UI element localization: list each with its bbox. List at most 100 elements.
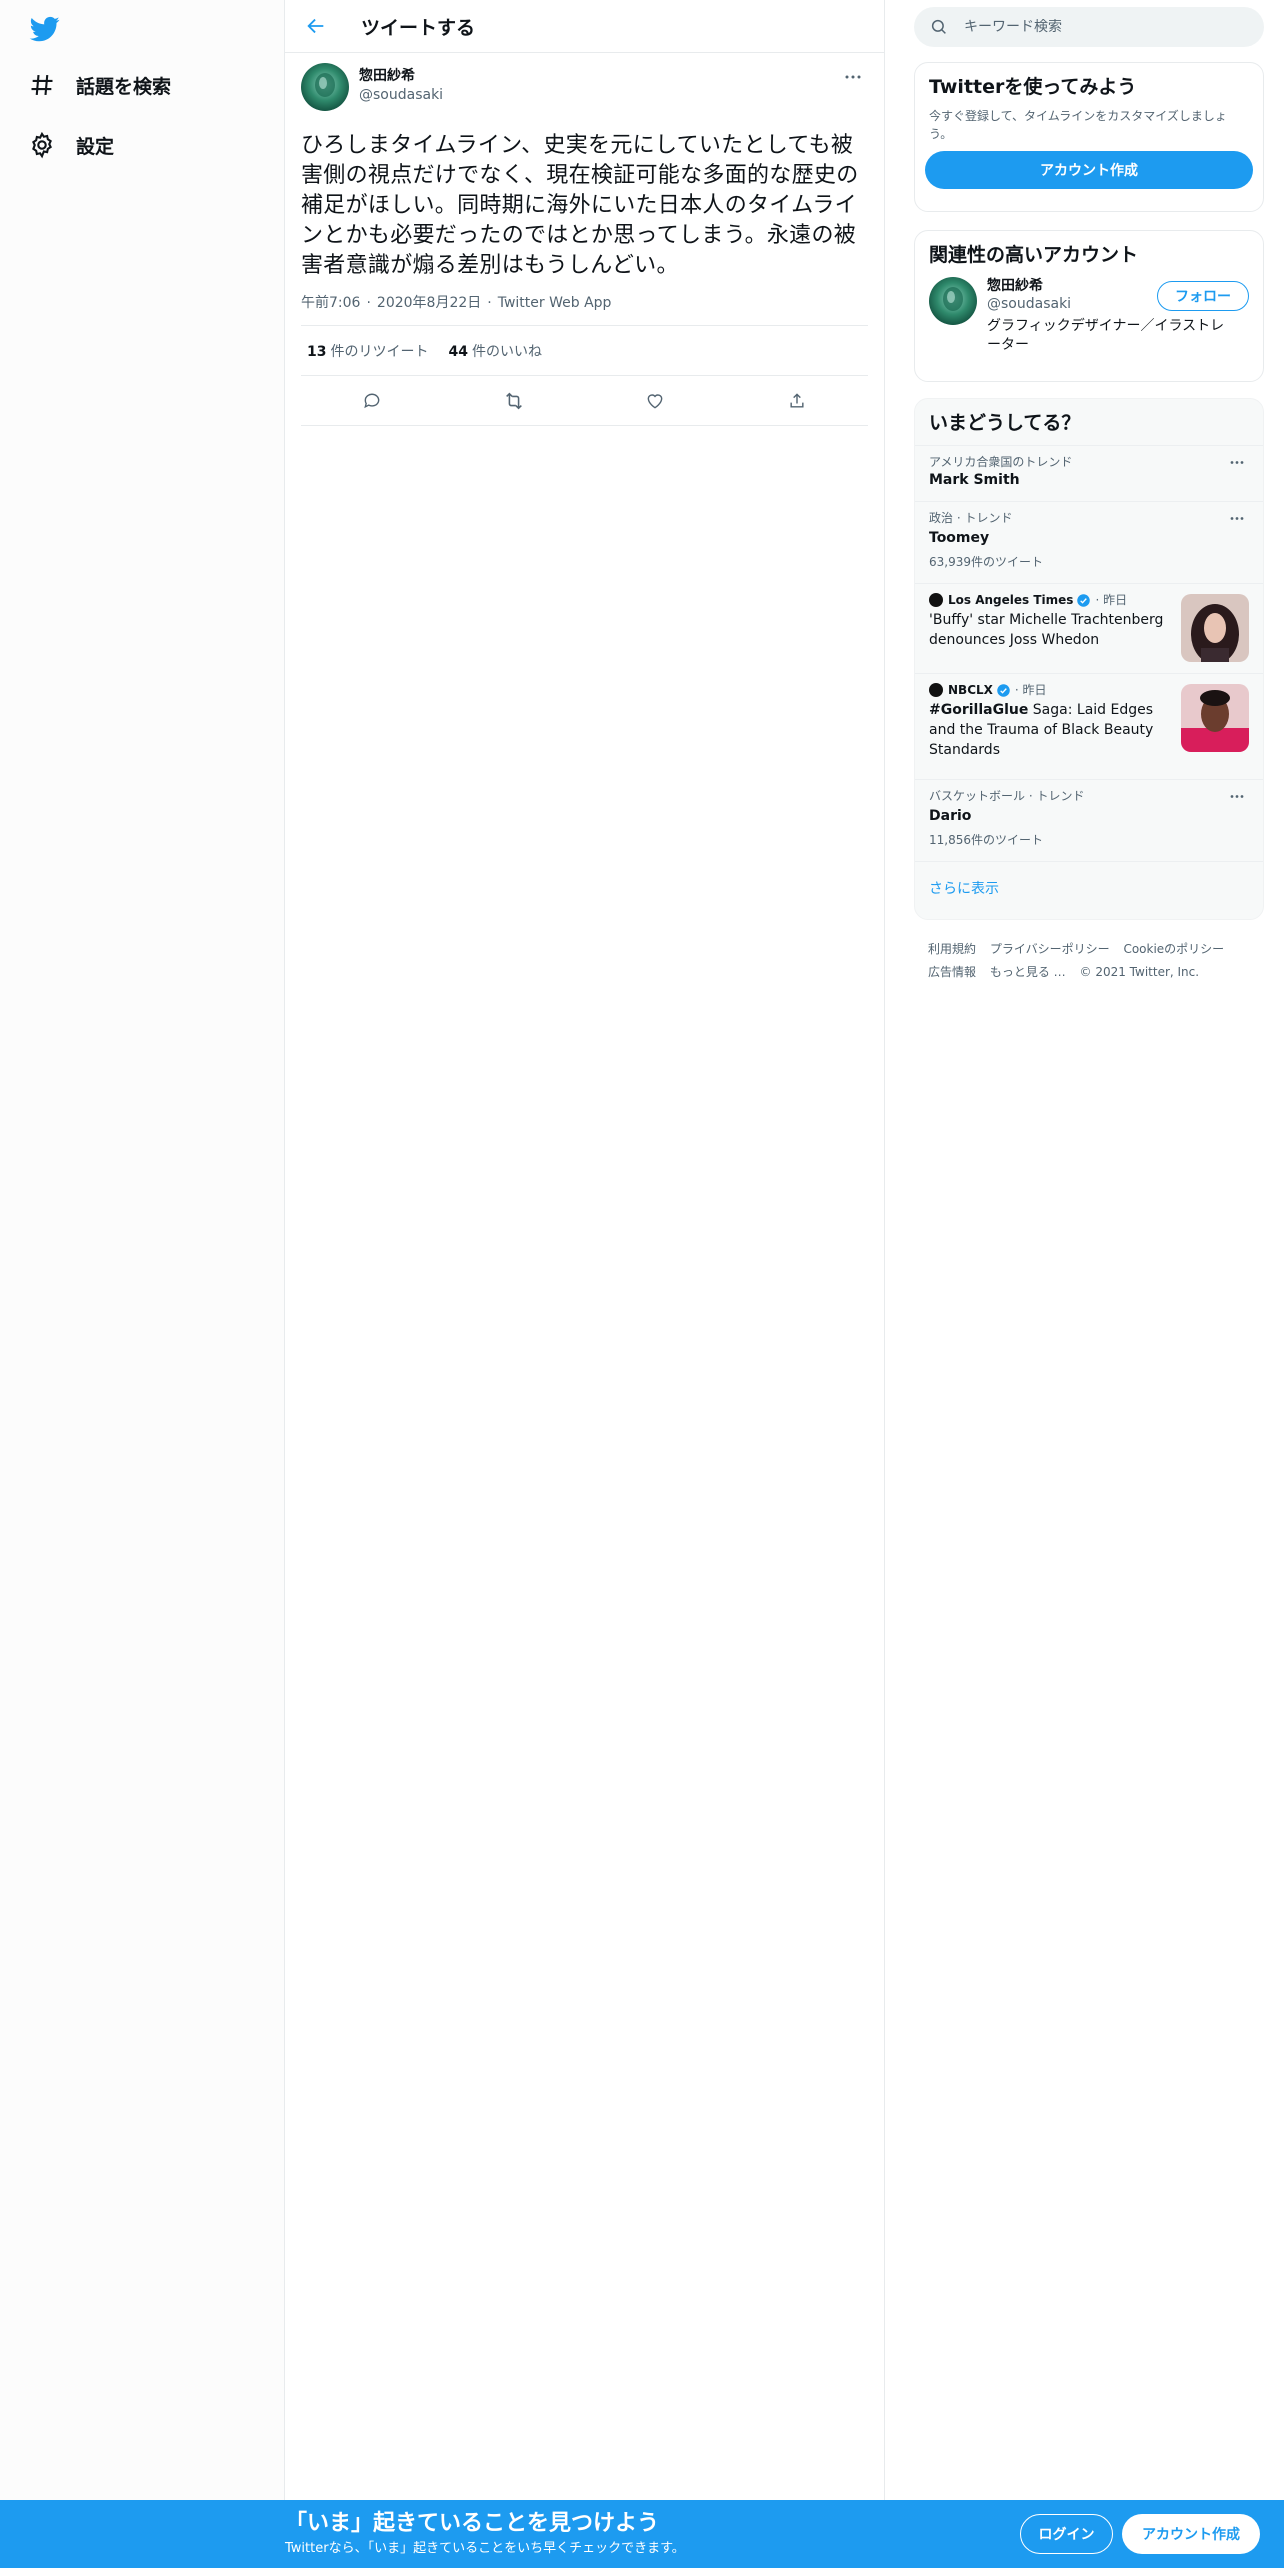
news-thumbnail — [1181, 594, 1249, 662]
share-button[interactable] — [780, 384, 814, 418]
author-name[interactable]: 惣田紗希 — [359, 67, 443, 85]
trend-item[interactable]: バスケットボール · トレンド Dario 11,856件のツイート — [915, 779, 1263, 861]
page-title: ツイートする — [361, 16, 476, 39]
trend-more-button[interactable] — [1225, 788, 1249, 804]
search-icon — [930, 18, 948, 36]
trend-context: バスケットボール · トレンド — [929, 789, 1085, 803]
footer-link-more[interactable]: もっと見る … — [990, 965, 1066, 979]
avatar[interactable] — [301, 63, 349, 111]
news-item[interactable]: Los Angeles Times · 昨日 'Buffy' star Mich… — [915, 583, 1263, 673]
share-icon — [787, 391, 807, 411]
back-button[interactable] — [299, 9, 333, 43]
avatar[interactable] — [929, 277, 977, 325]
verified-badge-icon — [996, 683, 1011, 698]
more-icon — [844, 74, 862, 80]
bottom-bar-subtitle: Twitterなら、「いま」起きていることをいち早くチェックできます。 — [285, 2541, 685, 2556]
nbclx-logo-icon — [929, 683, 943, 697]
who-to-follow-title: 関連性の高いアカウント — [929, 244, 1139, 266]
tweet-actions — [301, 376, 868, 426]
login-button[interactable]: ログイン — [1020, 2514, 1113, 2554]
retweet-count[interactable]: 13 件のリツイート — [307, 341, 428, 361]
news-time: · 昨日 — [1014, 683, 1047, 697]
more-icon — [1229, 794, 1245, 799]
tweet-header: 惣田紗希 @soudasaki — [301, 63, 868, 115]
trend-tweet-count: 63,939件のツイート — [929, 555, 1043, 569]
retweet-count-value: 13 — [307, 343, 327, 360]
main-header: ツイートする — [285, 0, 884, 53]
tweet-date[interactable]: 2020年8月22日 — [377, 293, 481, 313]
separator-dot: · — [366, 295, 371, 311]
bottom-bar-title: 「いま」起きていることを見つけよう — [285, 2511, 660, 2536]
trend-tweet-count: 11,856件のツイート — [929, 833, 1043, 847]
author-block: 惣田紗希 @soudasaki — [359, 67, 443, 115]
follow-button[interactable]: フォロー — [1157, 281, 1249, 311]
nav-item-settings[interactable]: 設定 — [28, 123, 114, 167]
suggested-account-bio: グラフィックデザイナー／イラストレーター — [987, 318, 1225, 353]
tweet-stats: 13 件のリツイート 44 件のいいね — [301, 326, 868, 376]
heart-icon — [645, 391, 665, 411]
trends-card: いまどうしてる？ アメリカ合衆国のトレンド Mark Smith 政治 · トレ… — [914, 398, 1264, 920]
trend-title: Toomey — [929, 530, 990, 546]
footer-link-terms[interactable]: 利用規約 — [928, 942, 976, 956]
tweet-meta: 午前7:06 · 2020年8月22日 · Twitter Web App — [301, 293, 868, 326]
main-column: ツイートする 惣田紗希 @soudasaki ひろしまタイムライン、史実を元にし… — [285, 0, 885, 2500]
news-time: · 昨日 — [1095, 593, 1128, 607]
search-input[interactable] — [964, 19, 1244, 35]
news-item[interactable]: NBCLX · 昨日 #GorillaGlue Saga: Laid Edges… — [915, 673, 1263, 779]
sidebar-footer: 利用規約 プライバシーポリシー Cookieのポリシー 広告情報 もっと見る …… — [928, 938, 1258, 984]
nav-label-explore: 話題を検索 — [76, 75, 172, 98]
reply-icon — [362, 391, 382, 411]
reply-button[interactable] — [355, 384, 389, 418]
suggested-account[interactable]: 惣田紗希 @soudasaki グラフィックデザイナー／イラストレーター フォロ… — [915, 267, 1263, 355]
trend-context: アメリカ合衆国のトレンド — [929, 455, 1073, 469]
trend-item[interactable]: 政治 · トレンド Toomey 63,939件のツイート — [915, 501, 1263, 583]
like-count-label: 件のいいね — [471, 343, 542, 360]
more-icon — [1229, 516, 1245, 521]
like-button[interactable] — [638, 384, 672, 418]
show-more-link[interactable]: さらに表示 — [915, 861, 1263, 914]
trend-title: Dario — [929, 808, 972, 824]
like-count[interactable]: 44 件のいいね — [448, 341, 541, 361]
footer-link-privacy[interactable]: プライバシーポリシー — [990, 942, 1110, 956]
author-handle[interactable]: @soudasaki — [359, 85, 443, 105]
la-times-logo-icon — [929, 593, 943, 607]
tweet-source[interactable]: Twitter Web App — [498, 293, 612, 313]
nav-item-explore[interactable]: 話題を検索 — [28, 63, 171, 107]
trend-more-button[interactable] — [1225, 510, 1249, 526]
signup-card: Twitterを使ってみよう 今すぐ登録して、タイムラインをカスタマイズしましょ… — [914, 62, 1264, 212]
trend-item[interactable]: アメリカ合衆国のトレンド Mark Smith — [915, 445, 1263, 501]
signup-card-title: Twitterを使ってみよう — [929, 76, 1137, 98]
trends-title: いまどうしてる？ — [929, 412, 1081, 434]
footer-link-cookies[interactable]: Cookieのポリシー — [1123, 942, 1224, 956]
retweet-icon — [503, 390, 525, 412]
hashtag-icon — [28, 71, 56, 99]
news-source-name: Los Angeles Times — [948, 593, 1074, 607]
tweet: 惣田紗希 @soudasaki ひろしまタイムライン、史実を元にしていたとしても… — [285, 53, 884, 426]
trend-context: 政治 · トレンド — [929, 511, 1013, 525]
retweet-count-label: 件のリツイート — [330, 343, 429, 360]
trend-more-button[interactable] — [1225, 454, 1249, 470]
copyright: © 2021 Twitter, Inc. — [1079, 965, 1200, 979]
signup-button[interactable]: アカウント作成 — [1122, 2514, 1260, 2554]
arrow-left-icon — [305, 15, 327, 37]
bottom-signup-bar: 「いま」起きていることを見つけよう Twitterなら、「いま」起きていることを… — [0, 2500, 1284, 2568]
search-bar[interactable] — [914, 7, 1264, 47]
like-count-value: 44 — [448, 343, 468, 360]
more-icon — [1229, 460, 1245, 465]
news-title: #GorillaGlue Saga: Laid Edges and the Tr… — [929, 700, 1174, 760]
nav-label-settings: 設定 — [76, 135, 115, 158]
signup-card-description: 今すぐ登録して、タイムラインをカスタマイズしましょう。 — [929, 109, 1227, 141]
gear-icon — [28, 131, 56, 159]
tweet-more-button[interactable] — [838, 67, 868, 87]
footer-link-ads[interactable]: 広告情報 — [928, 965, 976, 979]
left-navigation: 話題を検索 設定 — [0, 0, 285, 2500]
create-account-button[interactable]: アカウント作成 — [925, 151, 1253, 189]
retweet-button[interactable] — [497, 384, 531, 418]
news-thumbnail — [1181, 684, 1249, 752]
twitter-bird-icon[interactable] — [28, 14, 66, 48]
news-hashtag: #GorillaGlue — [929, 702, 1029, 718]
trend-title: Mark Smith — [929, 472, 1020, 488]
tweet-text: ひろしまタイムライン、史実を元にしていたとしても被害側の視点だけでなく、現在検証… — [301, 133, 859, 278]
tweet-time[interactable]: 午前7:06 — [301, 293, 360, 313]
news-source-name: NBCLX — [948, 683, 993, 697]
